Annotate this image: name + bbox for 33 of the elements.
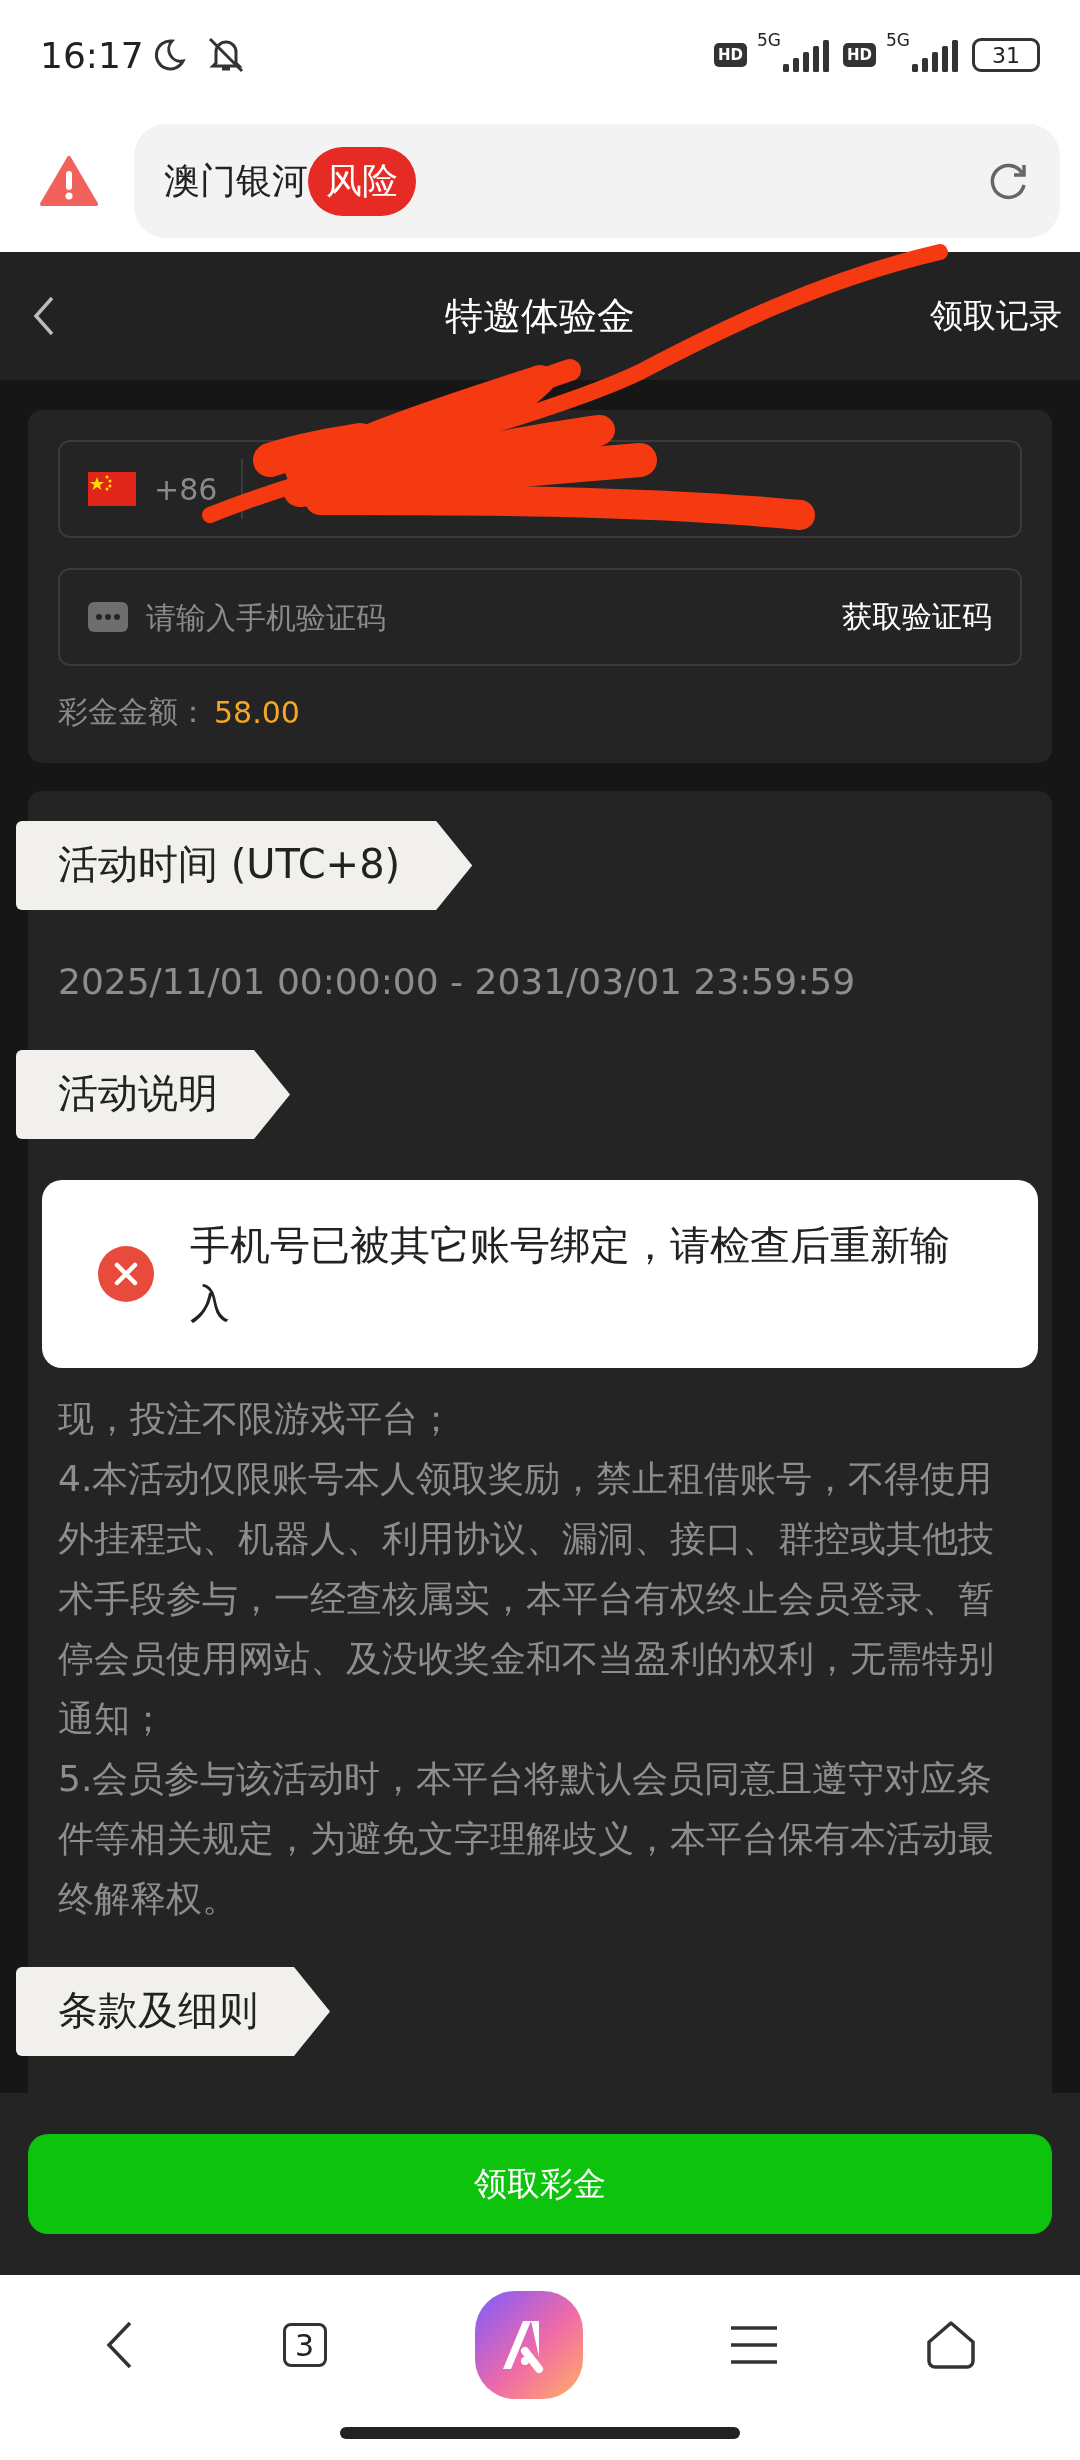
home-icon[interactable] [925,2320,976,2370]
menu-icon[interactable] [731,2325,778,2365]
section-heading: 条款及细则 [16,1967,330,2056]
get-code-button[interactable]: 获取验证码 [842,596,992,638]
risk-badge: 风险 [308,146,416,216]
toast-message: 手机号已被其它账号绑定，请检查后重新输入 [190,1221,951,1328]
paragraph: 2025/11/01 00:00:00 - 2031/03/01 23:59:59 [58,960,857,1004]
bonus-label: 彩金金额： [58,693,208,731]
message-icon [88,602,128,632]
error-icon [98,1246,154,1302]
phone-field[interactable]: +86 [58,440,1022,538]
paragraph: 4.本活动仅限账号本人领取奖励，禁止租借账号，不得使用外挂程式、机器人、利用协议、漏洞、接口、群控或其他技术手段参与，一经查核属实，本平台有权终止会员登录、暂停会员使用网站、及没收奖金和不当盈利的权利，无需特别通知； [58,1457,995,1741]
warning-icon [40,156,98,206]
section-heading: 活动时间 (UTC+8) [16,821,473,910]
section-heading: 活动说明 [16,1050,290,1139]
code-field[interactable]: 请输入手机验证码 获取验证码 [58,568,1022,666]
tabs-button[interactable]: 3 [282,2323,327,2367]
app-logo-icon[interactable] [474,2291,583,2399]
country-code: +86 [154,471,218,507]
paragraph: 现，投注不限游戏平台； [58,1397,455,1441]
network-label: 5G [886,30,910,50]
claim-history-link[interactable]: 领取记录 [930,293,1062,339]
site-name: 澳门银河 [164,158,308,203]
address-bar[interactable]: 澳门银河 风险 [134,124,1060,238]
hd-badge: HD [713,43,747,67]
clock-time: 16:17 [40,34,144,76]
flag-icon [88,472,136,506]
battery-icon: 31 [972,38,1040,72]
bonus-amount: 58.00 [214,695,300,730]
hd-badge: HD [843,43,876,67]
paragraph: 5.会员参与该活动时，本平台将默认会员同意且遵守对应条件等相关规定，为避免文字理解歧义，本平台保有本活动最终解释权。 [58,1757,995,1921]
page-title: 特邀体验金 [445,293,635,338]
network-label: 5G [757,30,781,50]
